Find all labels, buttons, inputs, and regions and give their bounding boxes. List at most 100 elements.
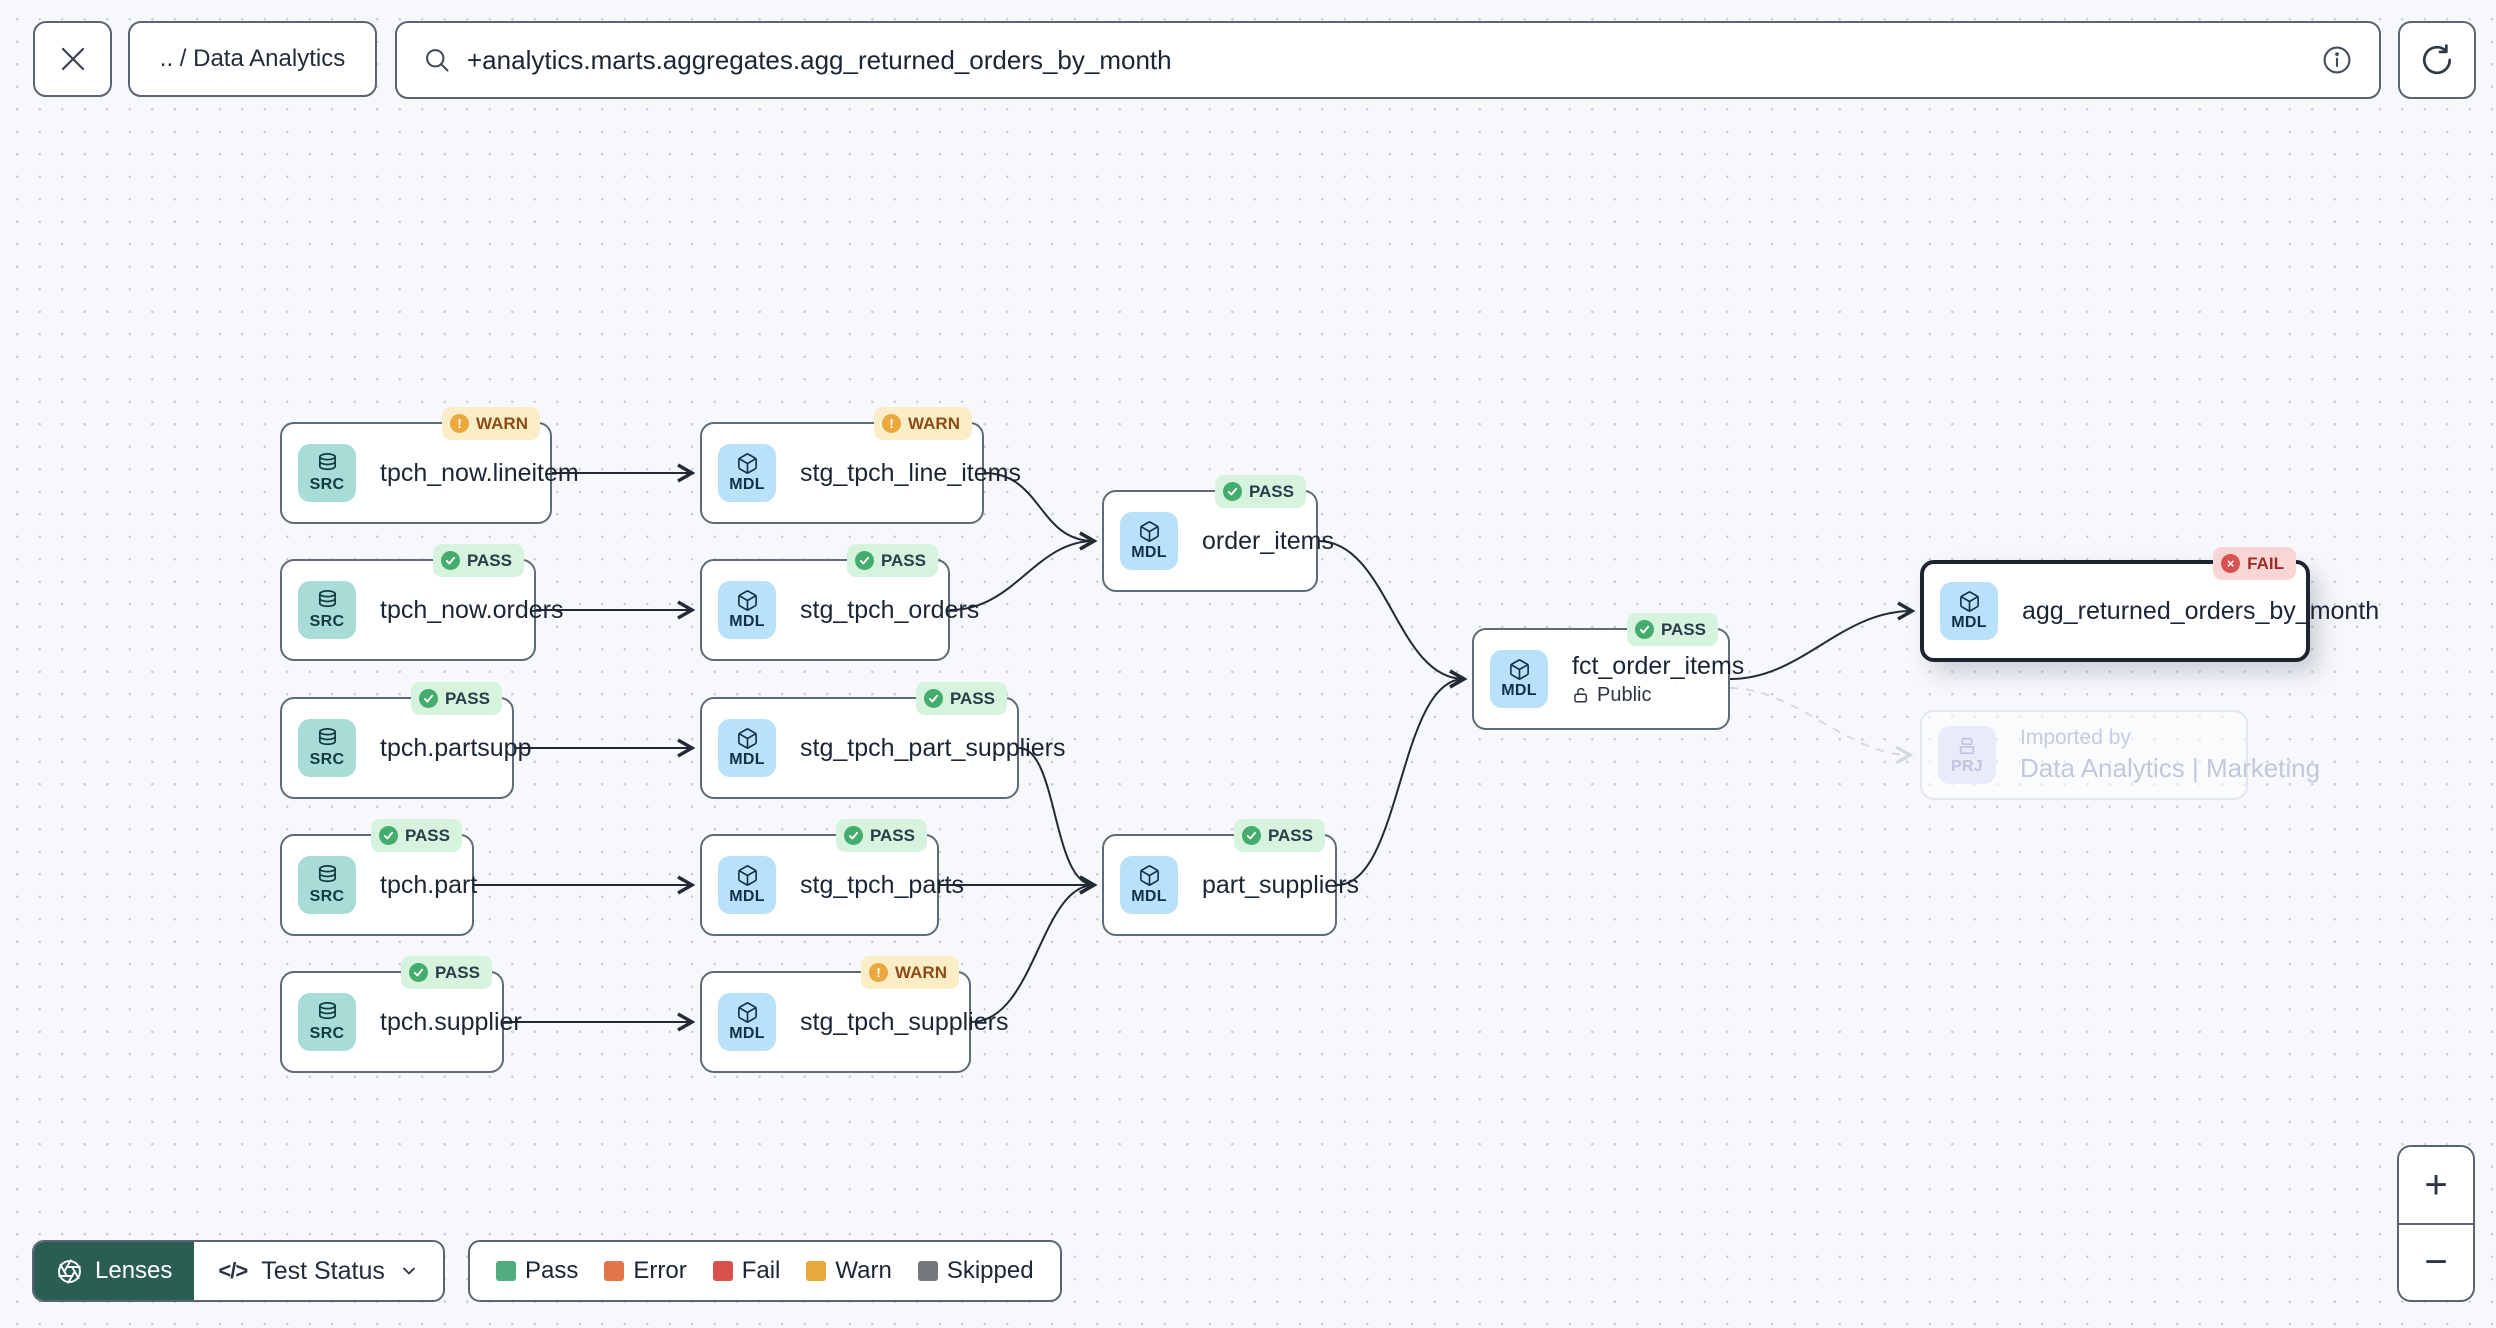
fail-swatch — [712, 1261, 733, 1281]
error-swatch — [604, 1261, 625, 1281]
legend-item-warn: Warn — [806, 1257, 892, 1285]
search-input[interactable] — [467, 44, 2305, 76]
node-tpch-part[interactable]: PASS SRC tpch.part — [280, 819, 477, 936]
node-stg_tpch_parts[interactable]: PASS MDL stg_tpch_parts — [700, 819, 964, 936]
zoom-out-button[interactable]: − — [2399, 1225, 2473, 1301]
node-stg_tpch_suppliers[interactable]: ! WARN MDL stg_tpch_suppliers — [700, 956, 1008, 1073]
model-chip: MDL — [718, 856, 776, 914]
legend-item-error: Error — [604, 1257, 687, 1285]
warn-swatch — [806, 1261, 827, 1281]
node-fct_order_items[interactable]: PASS MDL fct_order_items Public — [1472, 613, 1744, 730]
node-title: fct_order_items — [1572, 651, 1745, 680]
lenses-button[interactable]: Lenses — [34, 1242, 195, 1300]
node-title: stg_tpch_part_suppliers — [800, 733, 1066, 762]
database-icon — [318, 590, 336, 608]
status-badge: PASS — [370, 819, 462, 852]
close-button[interactable] — [33, 21, 112, 97]
model-chip: MDL — [1120, 512, 1178, 570]
node-tpch_now-lineitem[interactable]: ! WARN SRC tpch_now.lineitem — [280, 407, 579, 524]
source-chip: SRC — [298, 581, 356, 639]
cube-icon — [1139, 865, 1159, 886]
info-icon[interactable] — [2321, 44, 2353, 76]
check-icon — [1634, 620, 1654, 639]
node-title: tpch_now.orders — [380, 595, 564, 624]
node-order_items[interactable]: PASS MDL order_items — [1102, 475, 1334, 592]
cube-icon — [737, 728, 757, 749]
model-chip: MDL — [1940, 582, 1998, 640]
status-badge: PASS — [410, 682, 502, 715]
node-part_suppliers[interactable]: PASS MDL part_suppliers — [1102, 819, 1359, 936]
check-icon — [408, 963, 428, 982]
zoom-in-button[interactable]: + — [2399, 1147, 2473, 1223]
archive-boxes-icon — [1959, 737, 1975, 754]
status-badge: × FAIL — [2213, 547, 2296, 580]
node-tpch-supplier[interactable]: PASS SRC tpch.supplier — [280, 956, 522, 1073]
status-badge: PASS — [915, 682, 1007, 715]
chevron-down-icon — [402, 1267, 415, 1275]
source-chip: SRC — [298, 719, 356, 777]
status-badge: PASS — [1626, 613, 1718, 646]
check-icon — [378, 826, 398, 845]
close-icon — [61, 47, 84, 71]
source-chip: SRC — [298, 993, 356, 1051]
lens-selected-label: Test Status — [261, 1256, 385, 1285]
check-icon — [1222, 482, 1242, 501]
check-icon — [440, 551, 460, 570]
node-agg_returned_orders_by_month[interactable]: × FAIL MDL agg_returned_orders_by_month — [1920, 547, 2379, 662]
status-badge: PASS — [846, 544, 938, 577]
breadcrumb[interactable]: .. / Data Analytics — [128, 21, 377, 97]
node-title: stg_tpch_suppliers — [800, 1007, 1009, 1036]
model-chip: MDL — [718, 444, 776, 502]
database-icon — [318, 453, 336, 471]
warn-icon: ! — [882, 414, 902, 433]
status-badge: PASS — [1233, 819, 1325, 852]
fail-icon: × — [2221, 554, 2241, 573]
pass-swatch — [496, 1261, 516, 1281]
refresh-button[interactable] — [2398, 21, 2476, 99]
check-icon — [418, 689, 438, 708]
node-title: stg_tpch_orders — [800, 595, 980, 624]
node-stg_tpch_part_suppliers[interactable]: PASS MDL stg_tpch_part_suppliers — [700, 682, 1065, 799]
cube-icon — [1959, 591, 1979, 612]
node-stg_tpch_line_items[interactable]: ! WARN MDL stg_tpch_line_items — [700, 407, 1021, 524]
legend-item-pass: Pass — [496, 1257, 578, 1285]
unlock-icon — [1574, 688, 1587, 703]
status-badge: ! WARN — [874, 407, 972, 440]
node-imported-by-project: PRJ Imported by Data Analytics | Marketi… — [1920, 710, 2320, 800]
model-chip: MDL — [1120, 856, 1178, 914]
check-icon — [1241, 826, 1261, 845]
warn-icon: ! — [869, 963, 889, 982]
node-stg_tpch_orders[interactable]: PASS MDL stg_tpch_orders — [700, 544, 979, 661]
database-icon — [318, 1002, 336, 1020]
status-badge: PASS — [835, 819, 927, 852]
zoom-control: + − — [2397, 1145, 2475, 1302]
lenses-control: Lenses </> Test Status — [32, 1240, 445, 1302]
cube-icon — [737, 453, 757, 474]
legend-item-fail: Fail — [712, 1257, 780, 1285]
node-title: tpch.partsupp — [380, 733, 532, 762]
breadcrumb-label: .. / Data Analytics — [159, 45, 346, 72]
status-badge: ! WARN — [442, 407, 540, 440]
search-bar[interactable] — [395, 21, 2381, 99]
cube-icon — [737, 865, 757, 886]
node-title: part_suppliers — [1202, 870, 1360, 899]
node-title: order_items — [1202, 526, 1334, 555]
source-chip: SRC — [298, 444, 356, 502]
model-chip: MDL — [718, 581, 776, 639]
check-icon — [854, 551, 874, 570]
check-icon — [923, 689, 943, 708]
node-title: tpch_now.lineitem — [380, 458, 579, 487]
lens-selector[interactable]: </> Test Status — [194, 1242, 442, 1300]
node-title: stg_tpch_parts — [800, 870, 964, 899]
imported-by-project-name: Data Analytics | Marketing — [2020, 753, 2321, 783]
node-tpch-partsupp[interactable]: PASS SRC tpch.partsupp — [280, 682, 532, 799]
skipped-swatch — [917, 1261, 938, 1281]
edge-layer — [474, 463, 1916, 1032]
database-icon — [318, 865, 336, 883]
lenses-label: Lenses — [95, 1257, 173, 1284]
cube-icon — [737, 590, 757, 611]
status-badge: PASS — [432, 544, 524, 577]
node-tpch_now-orders[interactable]: PASS SRC tpch_now.orders — [280, 544, 563, 661]
node-title: tpch.supplier — [380, 1007, 522, 1036]
node-title: agg_returned_orders_by_month — [2022, 596, 2380, 625]
